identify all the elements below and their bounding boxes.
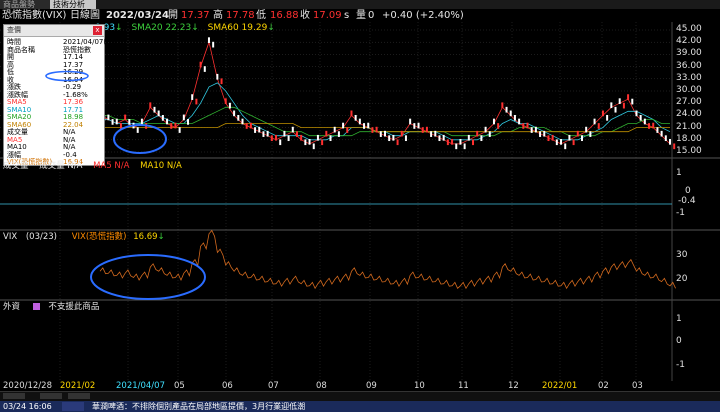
tab-technical[interactable]: 技術分析 (50, 0, 96, 9)
close-value: 17.09 (313, 10, 342, 21)
foreign-panel-title: 外資 (3, 302, 21, 312)
vix-series-name: VIX(恐慌指數) (71, 232, 127, 242)
date-axis-label: 08 (316, 381, 327, 391)
date-axis-label: 06 (222, 381, 233, 391)
status-time: 03/24 16:06 (3, 402, 52, 411)
high-label: 高 (213, 10, 223, 21)
price-axis-label: 18.00 (676, 133, 702, 144)
price-axis-label: 36.00 (676, 60, 702, 71)
unsupported-note: 不支援此商品 (48, 302, 100, 312)
open-value: 17.37 (181, 10, 210, 21)
vix-axis-label: 20 (676, 274, 688, 284)
vix-axis-label: 30 (676, 250, 688, 260)
date-axis-label: 12 (508, 381, 519, 391)
range-mode-selector[interactable] (68, 393, 90, 399)
date-axis-label: 2021/04/07 (116, 381, 165, 391)
volume-axis-label: 1 (676, 168, 682, 178)
foreign-axis-label: -1 (676, 360, 685, 370)
unit-label: s (344, 10, 350, 21)
ticker-icon (62, 402, 84, 411)
price-axis-label: 45.00 (676, 24, 702, 34)
symbol-name[interactable]: 恐慌指數(VIX) (2, 9, 66, 22)
price-axis-label: 15.00 (676, 146, 702, 156)
vix-series-line (99, 229, 676, 290)
open-label: 開 (168, 10, 178, 21)
price-axis-label: 27.00 (676, 97, 702, 108)
high-value: 17.78 (226, 10, 255, 21)
price-axis-label: 39.00 (676, 48, 702, 59)
volume-panel-title: 成交量 (3, 161, 29, 171)
tab-bar: 商品盤勢 技術分析 (0, 0, 720, 9)
price-axis-label: 24.00 (676, 109, 702, 120)
volume-label: 量 (356, 10, 366, 21)
date-axis: 2020/12/28 2021/02 2021/04/07 05 06 07 08 09 10 1… (0, 381, 720, 391)
date-axis-label: 05 (174, 381, 185, 391)
volume-axis-label: 0 (685, 186, 691, 196)
date-axis-label: 02 (598, 381, 609, 391)
price-axis-label: 33.00 (676, 72, 702, 83)
volume-panel-legend: 成交量 成交量 N/A MA5 N/A MA10 N/A (3, 161, 182, 172)
range-end-selector[interactable] (40, 393, 62, 399)
price-axis-label: 30.00 (676, 85, 702, 95)
low-label: 低 (256, 10, 266, 21)
volume-ma10: MA10 N/A (140, 161, 182, 171)
period-selector[interactable]: 日線圖 (70, 9, 100, 22)
foreign-panel-legend: 外資 不支援此商品 (3, 302, 99, 313)
foreign-axis-label: 1 (676, 314, 682, 324)
date-axis-label: 2020/12/28 (3, 381, 52, 391)
date-axis-label: 07 (268, 381, 279, 391)
date-axis-label: 09 (366, 381, 377, 391)
vix-panel-legend: VIX (03/23) VIX(恐慌指數) 16.69↓ (3, 232, 165, 243)
status-bar: 03/24 16:06 華潤啤酒：不排除個別產品在局部地區提價，3月行業迎低潮 (0, 401, 720, 412)
quote-header: 恐慌指數(VIX) 日線圖 2022/03/24 開 17.37 高 17.78… (0, 9, 720, 22)
close-icon[interactable]: x (93, 26, 102, 35)
date-axis-label: 10 (414, 381, 425, 391)
volume-axis-label: -1 (676, 208, 685, 218)
volume-ma5: MA5 N/A (93, 161, 130, 171)
close-label: 收 (300, 10, 310, 21)
low-value: 16.88 (270, 10, 299, 21)
price-axis-label: 42.00 (676, 36, 702, 47)
vix-panel-date: (03/23) (25, 232, 57, 242)
date-axis-label: 03 (632, 381, 643, 391)
foreign-axis-label: 0 (676, 336, 682, 346)
tab-market[interactable]: 商品盤勢 (0, 0, 54, 9)
series-color-swatch (32, 303, 40, 310)
change-value: +0.40 (+2.40%) (382, 10, 464, 21)
volume-axis-current: -0.4 (678, 196, 696, 206)
volume-value: 成交量 N/A (39, 161, 83, 171)
vix-panel-title: VIX (3, 232, 18, 242)
chart-scroll-bar[interactable] (0, 391, 720, 401)
annotation-circle (45, 70, 89, 82)
range-start-selector[interactable] (3, 393, 25, 399)
date-axis-label: 11 (458, 381, 469, 391)
down-arrow-icon: ↓ (157, 232, 165, 242)
vix-series-value: 16.69 (133, 232, 158, 242)
price-axis-label: 21.00 (676, 121, 702, 132)
volume-value: 0 (368, 10, 375, 21)
quote-date: 2022/03/24 (106, 10, 169, 21)
price-lookup-popup[interactable]: 查價 x 時間 2021/04/07(三) 商品名稱 恐慌指數開 17.14 高 17.37… (3, 24, 116, 166)
date-axis-label: 2022/01 (542, 381, 578, 391)
popup-title: 查價 (4, 25, 104, 37)
date-axis-label: 2021/02 (60, 381, 96, 391)
news-ticker[interactable]: 華潤啤酒：不排除個別產品在局部地區提價，3月行業迎低潮 (92, 401, 305, 412)
